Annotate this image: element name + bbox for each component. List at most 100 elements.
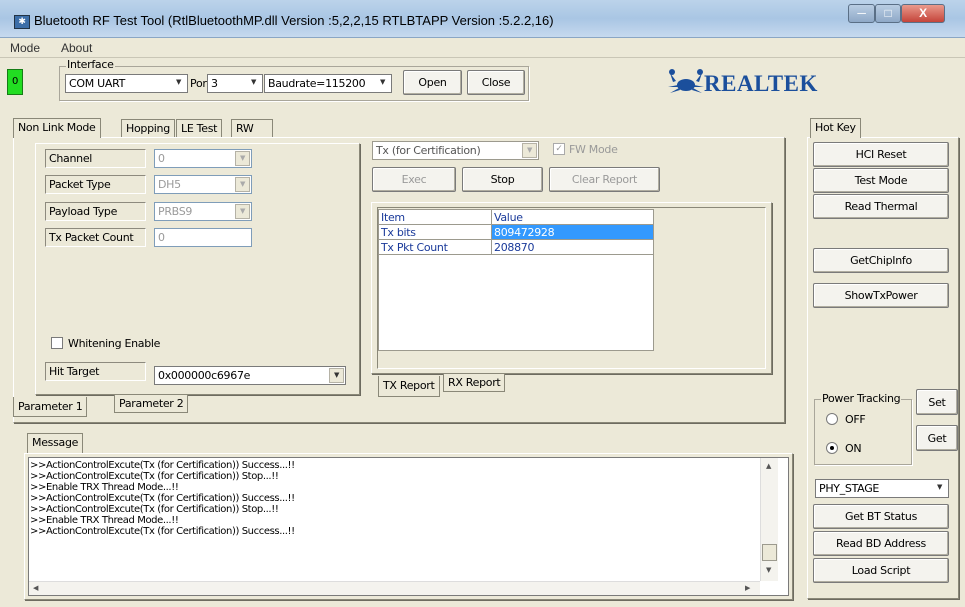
- packet-type-select[interactable]: DH5 ▼: [154, 175, 252, 194]
- logo-text: REALTEK: [704, 71, 818, 96]
- message-line: >>ActionControlExcute(Tx (for Certificat…: [30, 471, 279, 482]
- open-button[interactable]: Open: [403, 70, 462, 95]
- tab-rx-report[interactable]: RX Report: [443, 374, 506, 392]
- load-script-label: Load Script: [851, 564, 911, 577]
- tx-packet-count-label: Tx Packet Count: [45, 228, 146, 247]
- chevron-down-icon: ▼: [379, 78, 386, 86]
- power-tracking-off-radio[interactable]: [826, 413, 838, 425]
- power-tracking-group: [814, 399, 912, 465]
- message-line: >>ActionControlExcute(Tx (for Certificat…: [30, 493, 295, 504]
- tab-parameter-1[interactable]: Parameter 1: [13, 397, 88, 417]
- chevron-down-icon: ▼: [175, 78, 182, 86]
- menu-mode[interactable]: Mode: [10, 41, 40, 55]
- scroll-thumb[interactable]: [762, 544, 777, 561]
- minimize-button[interactable]: ─: [848, 4, 875, 23]
- row-item: Tx Pkt Count: [378, 239, 492, 255]
- chevron-down-icon: ▼: [522, 143, 537, 158]
- realtek-logo: REALTEK: [666, 66, 818, 98]
- maximize-button[interactable]: □: [875, 4, 901, 23]
- test-mode-value: Tx (for Certification): [376, 144, 481, 157]
- tab-label: LE Test: [181, 122, 218, 135]
- fw-mode-checkbox[interactable]: ✓: [553, 143, 565, 155]
- tab-hopping[interactable]: Hopping: [121, 119, 175, 137]
- get-label: Get: [927, 431, 947, 445]
- hit-target-value: 0x000000c6967e: [158, 369, 251, 382]
- message-log[interactable]: >>ActionControlExcute(Tx (for Certificat…: [28, 457, 789, 596]
- test-mode-select[interactable]: Tx (for Certification) ▼: [372, 141, 539, 160]
- get-bt-status-button[interactable]: Get BT Status: [813, 504, 949, 529]
- message-lines: >>ActionControlExcute(Tx (for Certificat…: [30, 460, 760, 537]
- scroll-right-icon[interactable]: ▶: [745, 584, 750, 592]
- close-window-button[interactable]: X: [901, 4, 945, 23]
- hit-target-label: Hit Target: [45, 362, 146, 381]
- table-empty-area: [378, 254, 654, 351]
- get-chip-info-label: GetChipInfo: [850, 254, 912, 267]
- close-button[interactable]: Close: [467, 70, 525, 95]
- clear-report-label: Clear Report: [571, 173, 638, 186]
- fw-mode-label: FW Mode: [569, 143, 618, 156]
- clear-report-button[interactable]: Clear Report: [549, 167, 660, 192]
- hci-reset-button[interactable]: HCI Reset: [813, 142, 949, 167]
- tab-message[interactable]: Message: [27, 433, 84, 453]
- exec-button[interactable]: Exec: [372, 167, 456, 192]
- message-line: >>Enable TRX Thread Mode...!!: [30, 515, 179, 526]
- tab-tx-report[interactable]: TX Report: [378, 376, 440, 397]
- table-header-row: Item Value: [378, 209, 654, 225]
- tab-le-test[interactable]: LE Test: [176, 119, 223, 137]
- channel-label: Channel: [45, 149, 146, 168]
- app-icon: ✱: [14, 15, 30, 29]
- connection-status-indicator: 0: [7, 69, 23, 95]
- whitening-enable-checkbox[interactable]: [51, 337, 63, 349]
- window-title: Bluetooth RF Test Tool (RtlBluetoothMP.d…: [34, 13, 554, 28]
- port-select[interactable]: 3 ▼: [207, 74, 263, 93]
- message-scrollbar[interactable]: ▲ ▼: [760, 458, 778, 581]
- column-header-item: Item: [378, 209, 492, 225]
- tab-non-link-mode[interactable]: Non Link Mode: [13, 118, 101, 138]
- baudrate-value: Baudrate=115200: [268, 77, 366, 90]
- tab-label: Hot Key: [815, 121, 856, 134]
- tab-hot-key[interactable]: Hot Key: [810, 118, 861, 138]
- power-tracking-on-radio[interactable]: [826, 442, 838, 454]
- table-row[interactable]: Tx Pkt Count 208870: [378, 239, 654, 255]
- tab-label: Parameter 1: [18, 400, 83, 413]
- stop-button[interactable]: Stop: [462, 167, 543, 192]
- tab-parameter-2[interactable]: Parameter 2: [114, 395, 189, 413]
- interface-type-select[interactable]: COM UART ▼: [65, 74, 188, 93]
- show-tx-power-button[interactable]: ShowTxPower: [813, 283, 949, 308]
- interface-type-value: COM UART: [69, 77, 126, 90]
- scroll-left-icon[interactable]: ◀: [33, 584, 38, 592]
- port-value: 3: [211, 77, 218, 90]
- tab-rw[interactable]: RW: [231, 119, 273, 137]
- hit-target-select[interactable]: 0x000000c6967e ▼: [154, 366, 346, 385]
- phy-stage-select[interactable]: PHY_STAGE ▼: [815, 479, 949, 498]
- test-mode-button[interactable]: Test Mode: [813, 168, 949, 193]
- packet-type-label: Packet Type: [45, 175, 146, 194]
- tx-packet-count-input[interactable]: 0: [154, 228, 252, 247]
- read-bd-address-button[interactable]: Read BD Address: [813, 531, 949, 556]
- realtek-crab-icon: [668, 69, 704, 93]
- menu-about[interactable]: About: [61, 41, 92, 55]
- channel-select[interactable]: 0 ▼: [154, 149, 252, 168]
- table-row[interactable]: Tx bits 809472928: [378, 224, 654, 240]
- scroll-up-icon[interactable]: ▲: [766, 462, 771, 470]
- get-chip-info-button[interactable]: GetChipInfo: [813, 248, 949, 273]
- title-bar: ✱ Bluetooth RF Test Tool (RtlBluetoothMP…: [0, 0, 965, 38]
- load-script-button[interactable]: Load Script: [813, 558, 949, 583]
- payload-type-label: Payload Type: [45, 202, 146, 221]
- read-thermal-button[interactable]: Read Thermal: [813, 194, 949, 219]
- menu-bar: Mode About: [0, 38, 965, 58]
- payload-type-select[interactable]: PRBS9 ▼: [154, 202, 252, 221]
- set-button[interactable]: Set: [916, 389, 958, 415]
- chevron-down-icon: ▼: [936, 483, 943, 491]
- close-icon: X: [919, 6, 927, 20]
- get-button[interactable]: Get: [916, 425, 958, 451]
- tab-label: RX Report: [448, 376, 501, 389]
- row-value: 208870: [491, 239, 654, 255]
- message-hscrollbar[interactable]: ◀ ▶: [29, 581, 760, 595]
- set-label: Set: [928, 395, 946, 409]
- baudrate-select[interactable]: Baudrate=115200 ▼: [264, 74, 392, 93]
- power-tracking-on-label: ON: [845, 442, 862, 455]
- message-line: >>ActionControlExcute(Tx (for Certificat…: [30, 526, 295, 537]
- tab-label: Non Link Mode: [18, 121, 96, 134]
- scroll-down-icon[interactable]: ▼: [766, 566, 771, 574]
